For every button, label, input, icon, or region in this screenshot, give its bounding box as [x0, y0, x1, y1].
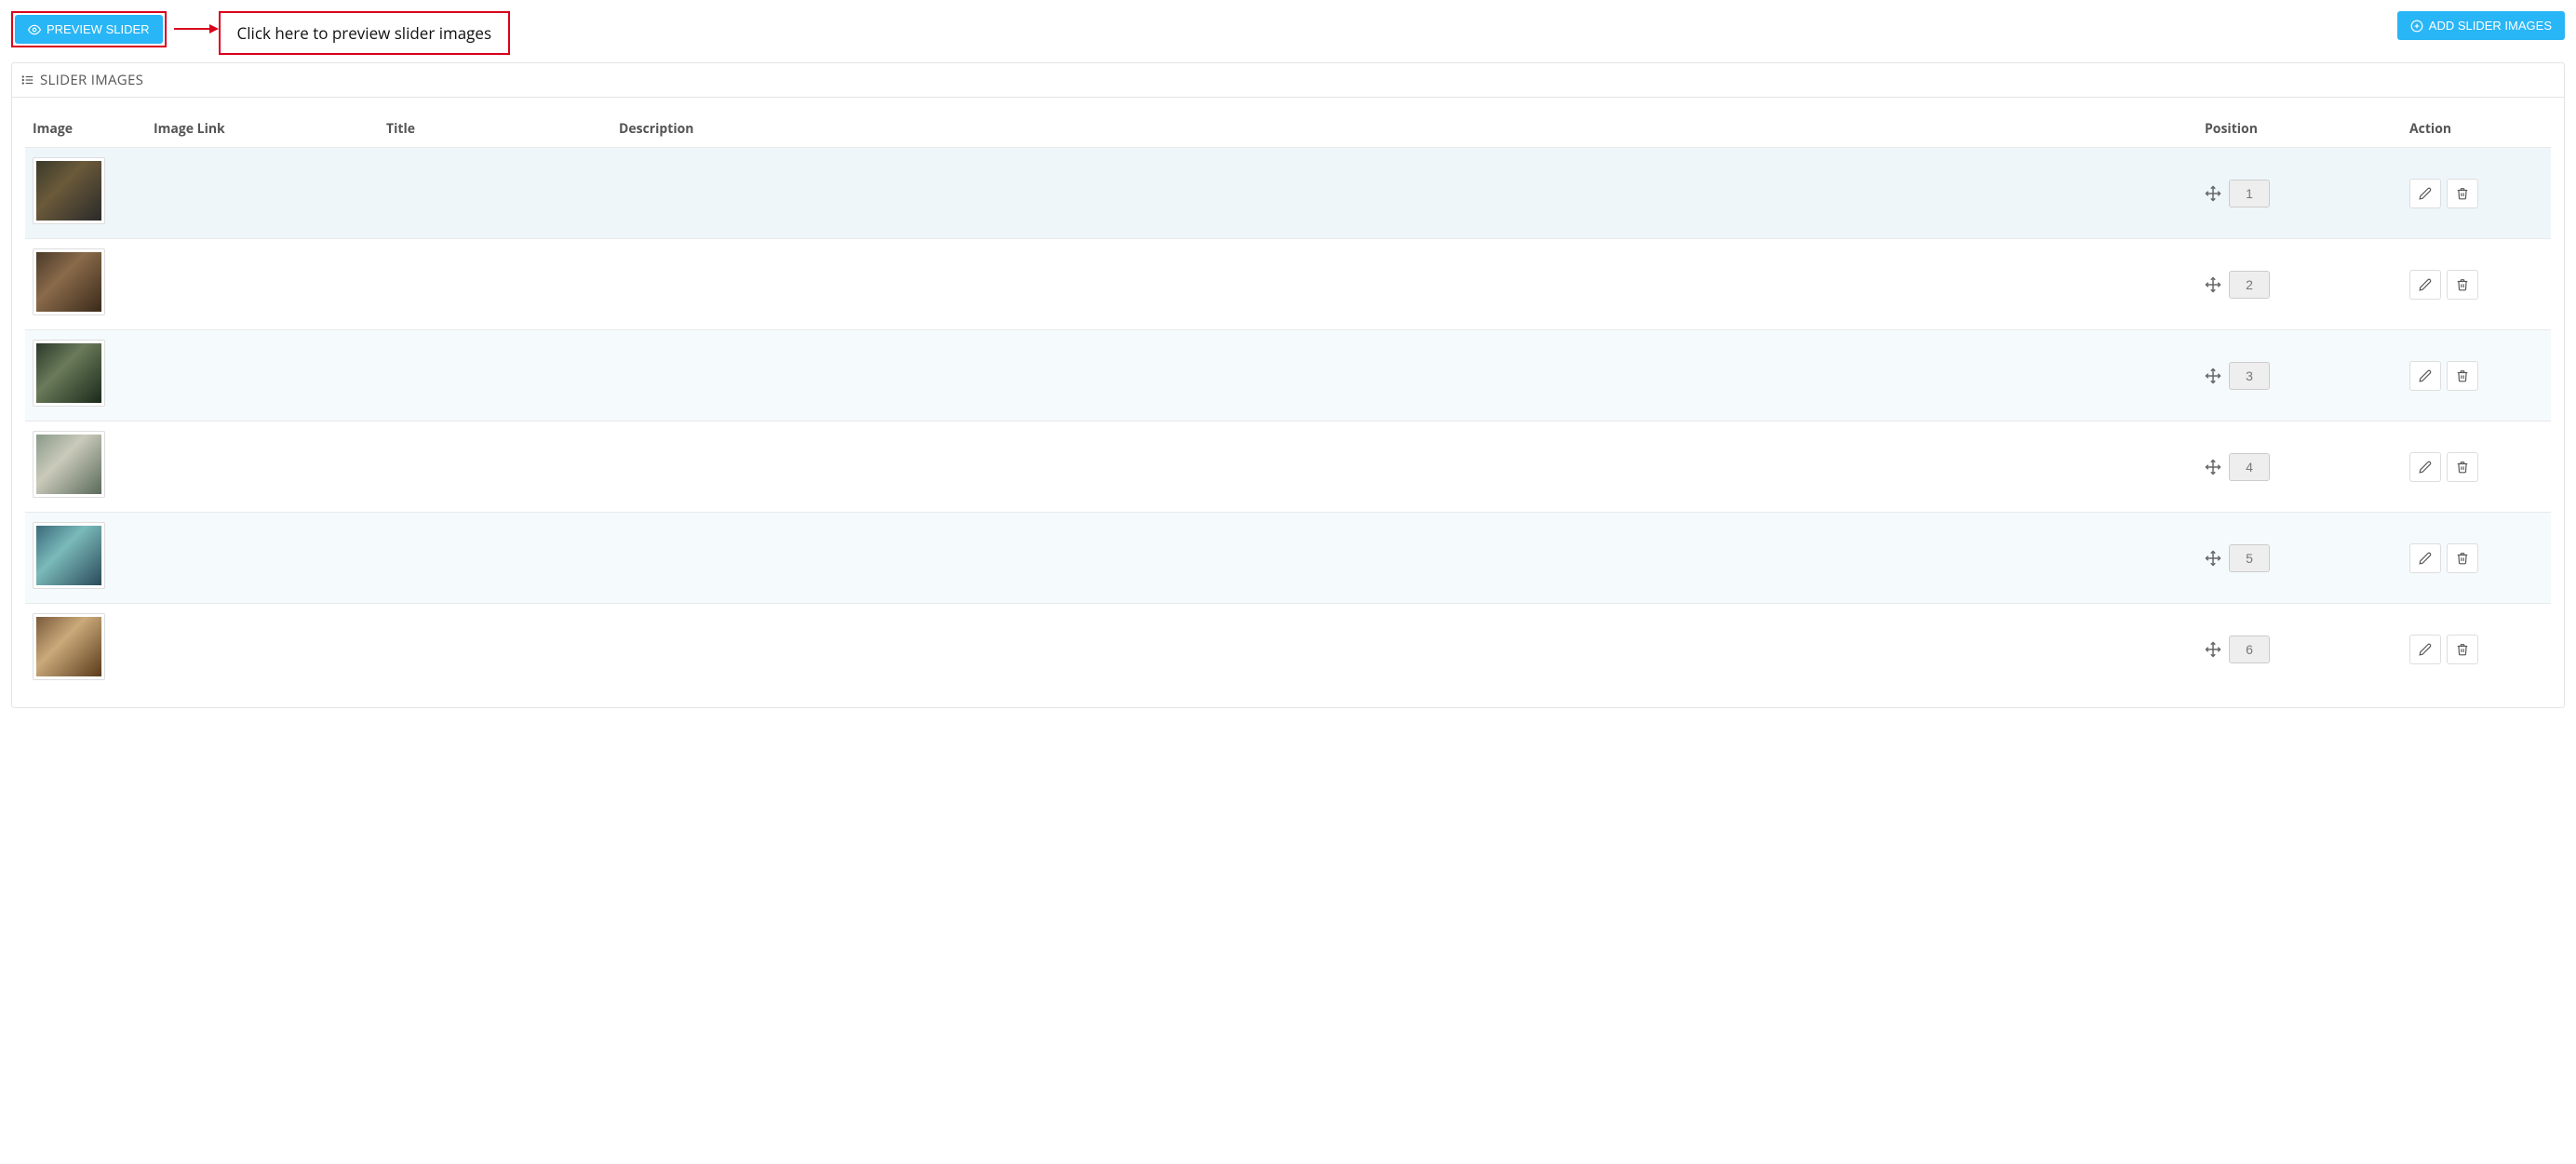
- image-thumbnail[interactable]: [33, 522, 105, 589]
- image-thumbnail[interactable]: [33, 431, 105, 498]
- cell-link: [146, 148, 379, 239]
- col-image: Image: [25, 111, 146, 148]
- position-input[interactable]: [2229, 453, 2270, 481]
- add-slider-images-label: ADD SLIDER IMAGES: [2429, 19, 2552, 33]
- table-row: [25, 330, 2551, 421]
- thumbnail-image: [36, 252, 101, 312]
- edit-button[interactable]: [2409, 270, 2441, 300]
- position-input[interactable]: [2229, 271, 2270, 299]
- trash-icon: [2456, 187, 2469, 200]
- cell-title: [379, 513, 611, 604]
- delete-button[interactable]: [2447, 635, 2478, 664]
- edit-button[interactable]: [2409, 452, 2441, 482]
- table-row: [25, 421, 2551, 513]
- edit-button[interactable]: [2409, 635, 2441, 664]
- position-input[interactable]: [2229, 180, 2270, 207]
- annotation-text: Click here to preview slider images: [219, 11, 511, 55]
- cell-title: [379, 421, 611, 513]
- image-thumbnail[interactable]: [33, 613, 105, 680]
- image-thumbnail[interactable]: [33, 340, 105, 407]
- panel-title: SLIDER IMAGES: [40, 71, 143, 89]
- drag-handle-icon[interactable]: [2205, 185, 2221, 202]
- delete-button[interactable]: [2447, 179, 2478, 208]
- image-thumbnail[interactable]: [33, 248, 105, 315]
- image-thumbnail[interactable]: [33, 157, 105, 224]
- annotation-arrow: [172, 22, 219, 50]
- list-icon: [21, 74, 34, 87]
- preview-slider-label: PREVIEW SLIDER: [47, 22, 150, 36]
- slider-images-panel: SLIDER IMAGES Image Image Link Title Des…: [11, 62, 2565, 708]
- panel-heading: SLIDER IMAGES: [12, 63, 2564, 98]
- plus-circle-icon: [2410, 20, 2423, 33]
- position-input[interactable]: [2229, 544, 2270, 572]
- trash-icon: [2456, 552, 2469, 565]
- edit-button[interactable]: [2409, 543, 2441, 573]
- pencil-icon: [2419, 369, 2432, 382]
- pencil-icon: [2419, 643, 2432, 656]
- table-row: [25, 513, 2551, 604]
- thumbnail-image: [36, 343, 101, 403]
- cell-description: [611, 421, 2197, 513]
- annotation-highlight-box: PREVIEW SLIDER: [11, 11, 167, 47]
- drag-handle-icon[interactable]: [2205, 550, 2221, 567]
- col-description: Description: [611, 111, 2197, 148]
- col-position: Position: [2197, 111, 2402, 148]
- drag-handle-icon[interactable]: [2205, 276, 2221, 293]
- add-slider-images-button[interactable]: ADD SLIDER IMAGES: [2397, 11, 2565, 40]
- cell-link: [146, 330, 379, 421]
- trash-icon: [2456, 461, 2469, 474]
- trash-icon: [2456, 643, 2469, 656]
- cell-link: [146, 604, 379, 695]
- cell-description: [611, 604, 2197, 695]
- position-input[interactable]: [2229, 362, 2270, 390]
- thumbnail-image: [36, 161, 101, 221]
- col-action: Action: [2402, 111, 2551, 148]
- cell-title: [379, 330, 611, 421]
- delete-button[interactable]: [2447, 361, 2478, 391]
- col-link: Image Link: [146, 111, 379, 148]
- cell-link: [146, 513, 379, 604]
- thumbnail-image: [36, 435, 101, 494]
- col-title: Title: [379, 111, 611, 148]
- cell-link: [146, 421, 379, 513]
- cell-title: [379, 604, 611, 695]
- table-row: [25, 148, 2551, 239]
- top-bar: PREVIEW SLIDER Click here to preview sli…: [11, 11, 2565, 55]
- cell-description: [611, 148, 2197, 239]
- trash-icon: [2456, 369, 2469, 382]
- preview-slider-button[interactable]: PREVIEW SLIDER: [15, 15, 163, 44]
- pencil-icon: [2419, 278, 2432, 291]
- drag-handle-icon[interactable]: [2205, 641, 2221, 658]
- position-input[interactable]: [2229, 636, 2270, 663]
- table-row: [25, 604, 2551, 695]
- delete-button[interactable]: [2447, 270, 2478, 300]
- delete-button[interactable]: [2447, 543, 2478, 573]
- table-row: [25, 239, 2551, 330]
- eye-icon: [28, 23, 41, 36]
- slider-images-table: Image Image Link Title Description Posit…: [25, 111, 2551, 694]
- edit-button[interactable]: [2409, 179, 2441, 208]
- pencil-icon: [2419, 187, 2432, 200]
- cell-description: [611, 513, 2197, 604]
- trash-icon: [2456, 278, 2469, 291]
- cell-description: [611, 239, 2197, 330]
- edit-button[interactable]: [2409, 361, 2441, 391]
- drag-handle-icon[interactable]: [2205, 368, 2221, 384]
- delete-button[interactable]: [2447, 452, 2478, 482]
- drag-handle-icon[interactable]: [2205, 459, 2221, 475]
- cell-description: [611, 330, 2197, 421]
- cell-title: [379, 148, 611, 239]
- thumbnail-image: [36, 617, 101, 676]
- pencil-icon: [2419, 552, 2432, 565]
- pencil-icon: [2419, 461, 2432, 474]
- cell-link: [146, 239, 379, 330]
- cell-title: [379, 239, 611, 330]
- thumbnail-image: [36, 526, 101, 585]
